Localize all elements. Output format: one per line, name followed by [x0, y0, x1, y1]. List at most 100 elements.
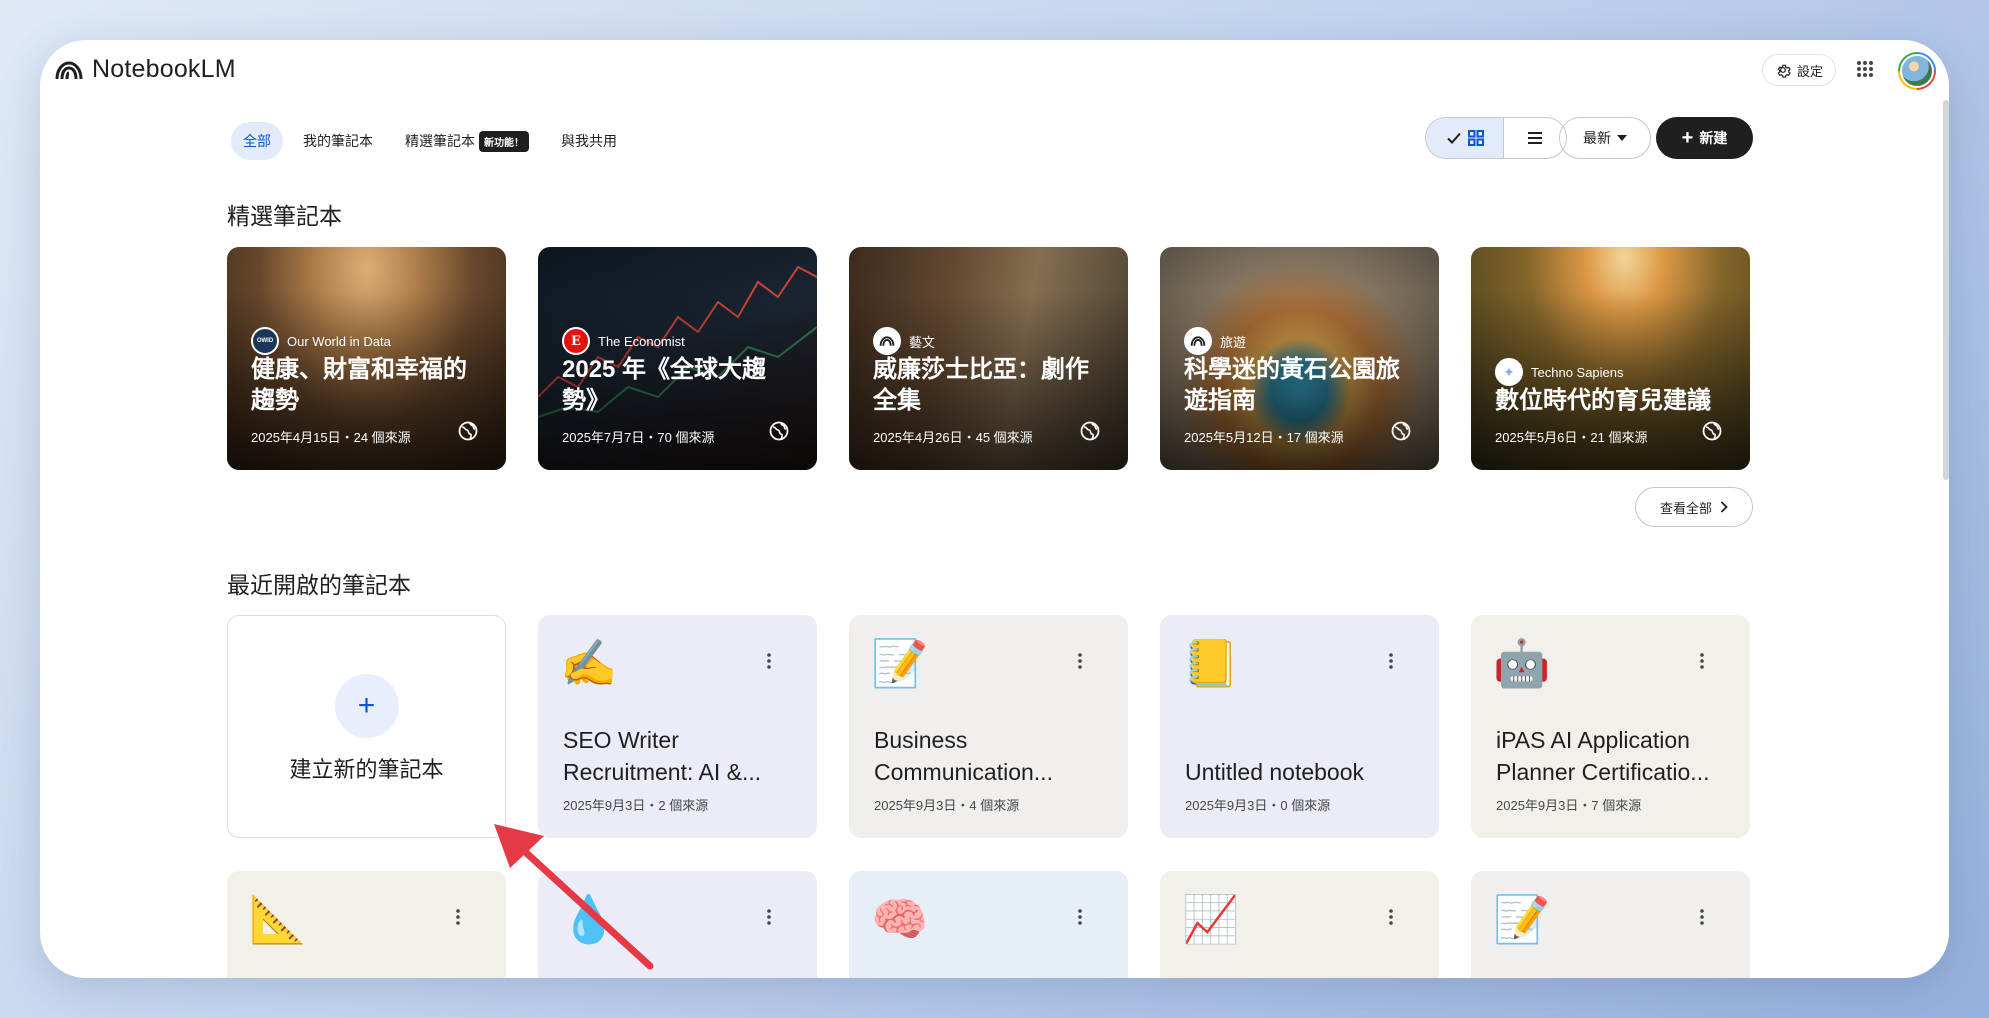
recent-notebooks: + 建立新的筆記本 ✍️ SEO Writer Recruitment: AI … [227, 615, 1750, 838]
avatar-image [1900, 54, 1934, 88]
globe-icon [1080, 421, 1100, 441]
more-vert-icon[interactable] [1388, 909, 1394, 925]
notebook-meta: 2025年9月3日・0 個來源 [1185, 798, 1331, 813]
notebook-meta: 2025年9月3日・4 個來源 [874, 798, 1020, 813]
more-vert-icon[interactable] [766, 909, 772, 925]
globe-icon [458, 421, 478, 441]
writing-hand-icon: ✍️ [560, 636, 618, 690]
triangular-ruler-icon: 📐 [249, 892, 307, 946]
featured-card[interactable]: E The Economist 2025 年《全球大趨勢》 2025年7月7日・… [538, 247, 817, 470]
caret-down-icon [1617, 135, 1627, 141]
check-icon [1446, 132, 1461, 144]
card-title: 威廉莎士比亞：劇作全集 [873, 356, 1089, 414]
apps-grid-icon[interactable] [1856, 60, 1874, 83]
new-label: 新建 [1699, 130, 1728, 146]
notebook-card[interactable]: 🧠 [849, 871, 1128, 978]
memo-icon: 📝 [1493, 892, 1551, 946]
more-vert-icon[interactable] [1388, 653, 1394, 669]
featured-card[interactable]: 旅遊 科學迷的黃石公園旅遊指南 2025年5月12日・17 個來源 [1160, 247, 1439, 470]
source-name: Techno Sapiens [1531, 364, 1624, 380]
more-vert-icon[interactable] [1077, 653, 1083, 669]
tab-featured[interactable]: 精選筆記本 新功能！ [393, 122, 541, 160]
chart-increasing-icon: 📈 [1182, 892, 1240, 946]
recent-section-title: 最近開啟的筆記本 [227, 572, 411, 598]
card-source: E The Economist [562, 327, 685, 355]
see-all-label: 查看全部 [1659, 500, 1712, 516]
new-feature-badge: 新功能！ [479, 130, 529, 152]
notebook-card[interactable]: 📒 Untitled notebook 2025年9月3日・0 個來源 [1160, 615, 1439, 838]
notebook-card[interactable]: 🤖 iPAS AI Application Planner Certificat… [1471, 615, 1750, 838]
our-world-in-data-logo: OWID [251, 327, 279, 355]
new-notebook-button[interactable]: + 新建 [1656, 117, 1753, 159]
featured-notebooks: OWID Our World in Data 健康、財富和幸福的趨勢 2025年… [227, 247, 1750, 470]
annotation-arrow [494, 824, 654, 970]
notebook-title: SEO Writer Recruitment: AI &... [563, 727, 762, 785]
card-source: OWID Our World in Data [251, 327, 391, 355]
tab-label: 全部 [243, 133, 271, 149]
notebook-card[interactable]: 📝 [1471, 871, 1750, 978]
featured-card[interactable]: 藝文 威廉莎士比亞：劇作全集 2025年4月26日・45 個來源 [849, 247, 1128, 470]
tab-all[interactable]: 全部 [231, 122, 283, 160]
app-name: NotebookLM [92, 55, 236, 83]
tab-label: 我的筆記本 [303, 133, 373, 149]
list-view-button[interactable] [1504, 118, 1566, 158]
source-name: 藝文 [909, 334, 936, 350]
notebook-card[interactable]: 📈 [1160, 871, 1439, 978]
featured-section-title: 精選筆記本 [227, 203, 342, 229]
list-icon [1528, 132, 1542, 144]
more-vert-icon[interactable] [1699, 653, 1705, 669]
card-source: 旅遊 [1184, 327, 1246, 355]
globe-icon [1702, 421, 1722, 441]
source-name: The Economist [598, 333, 685, 349]
memo-icon: 📝 [871, 636, 929, 690]
card-meta: 2025年5月6日・21 個來源 [1495, 430, 1648, 445]
settings-button[interactable]: 設定 [1762, 54, 1837, 86]
notebooklm-logo-icon [873, 327, 901, 355]
notebook-card[interactable]: 📝 Business Communication... 2025年9月3日・4 … [849, 615, 1128, 838]
notebook-title: Untitled notebook [1185, 759, 1365, 785]
source-name: Our World in Data [287, 333, 391, 349]
tab-shared-with-me[interactable]: 與我共用 [549, 122, 629, 160]
card-title: 數位時代的育兒建議 [1495, 387, 1711, 414]
card-source: ✦ Techno Sapiens [1495, 358, 1624, 386]
economist-logo: E [562, 327, 590, 355]
more-vert-icon[interactable] [455, 909, 461, 925]
recent-notebooks-row-2: 📐 💧 🧠 📈 📝 [227, 871, 1750, 978]
card-title: 2025 年《全球大趨勢》 [562, 356, 767, 414]
notebook-title: Business Communication... [874, 727, 1053, 785]
tab-my-notebooks[interactable]: 我的筆記本 [291, 122, 385, 160]
brain-icon: 🧠 [871, 892, 929, 946]
more-vert-icon[interactable] [1077, 909, 1083, 925]
user-avatar[interactable] [1898, 52, 1936, 90]
card-meta: 2025年4月26日・45 個來源 [873, 430, 1033, 445]
create-notebook-card[interactable]: + 建立新的筆記本 [227, 615, 506, 838]
card-meta: 2025年7月7日・70 個來源 [562, 430, 715, 445]
card-source: 藝文 [873, 327, 935, 355]
see-all-button[interactable]: 查看全部 [1635, 487, 1753, 527]
featured-card[interactable]: ✦ Techno Sapiens 數位時代的育兒建議 2025年5月6日・21 … [1471, 247, 1750, 470]
filter-tabs: 全部 我的筆記本 精選筆記本 新功能！ 與我共用 [231, 122, 629, 160]
sort-label: 最新 [1583, 130, 1611, 146]
notebook-meta: 2025年9月3日・7 個來源 [1496, 798, 1642, 813]
notebook-card[interactable]: ✍️ SEO Writer Recruitment: AI &... 2025年… [538, 615, 817, 838]
grid-view-button[interactable] [1426, 118, 1504, 158]
tab-label: 精選筆記本 [405, 133, 475, 149]
more-vert-icon[interactable] [766, 653, 772, 669]
more-vert-icon[interactable] [1699, 909, 1705, 925]
techno-sapiens-logo: ✦ [1495, 358, 1523, 386]
featured-card[interactable]: OWID Our World in Data 健康、財富和幸福的趨勢 2025年… [227, 247, 506, 470]
gear-icon [1777, 64, 1791, 78]
scrollbar[interactable] [1943, 100, 1949, 480]
notebook-meta: 2025年9月3日・2 個來源 [563, 798, 709, 813]
notebook-title: iPAS AI Application Planner Certificatio… [1496, 727, 1710, 785]
globe-icon [769, 421, 789, 441]
app-logo[interactable]: NotebookLM [54, 55, 236, 84]
notebook-icon: 📒 [1182, 636, 1240, 690]
settings-label: 設定 [1797, 63, 1824, 79]
plus-icon: + [334, 673, 399, 738]
sort-dropdown[interactable]: 最新 [1559, 117, 1651, 159]
plus-icon: + [1681, 127, 1694, 149]
create-notebook-label: 建立新的筆記本 [289, 756, 444, 782]
card-title: 科學迷的黃石公園旅遊指南 [1184, 356, 1400, 414]
notebook-card[interactable]: 📐 [227, 871, 506, 978]
